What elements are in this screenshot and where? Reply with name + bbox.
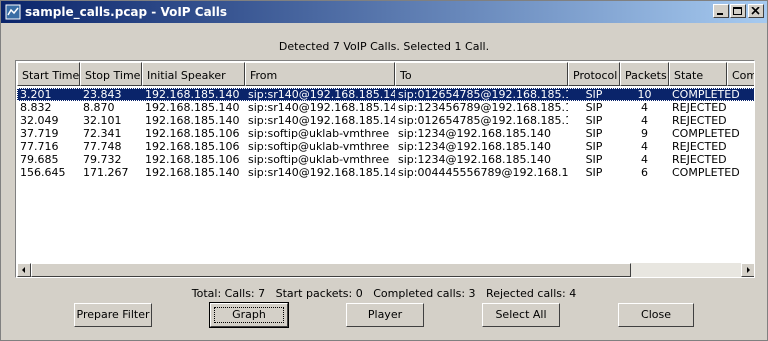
- close-button[interactable]: Close: [618, 303, 694, 327]
- cell-initial-speaker: 192.168.185.140: [145, 114, 240, 127]
- cell-to: sip:1234@192.168.185.140: [398, 140, 551, 153]
- column-header-from[interactable]: From: [245, 62, 395, 86]
- cell-protocol: SIP: [585, 114, 603, 127]
- cell-from: sip:sr140@192.168.185.140: [248, 101, 395, 114]
- cell-state: COMPLETED: [672, 127, 740, 140]
- cell-start-time: 8.832: [20, 101, 52, 114]
- title-bar[interactable]: sample_calls.pcap - VoIP Calls: [1, 1, 767, 23]
- cell-initial-speaker: 192.168.185.140: [145, 101, 240, 114]
- call-totals-status: Total: Calls: 7 Start packets: 0 Complet…: [191, 287, 577, 300]
- graph-button[interactable]: Graph: [209, 302, 289, 328]
- cell-to: sip:1234@192.168.185.140: [398, 153, 551, 166]
- column-header-initial-speaker[interactable]: Initial Speaker: [142, 62, 245, 86]
- cell-protocol: SIP: [585, 101, 603, 114]
- scroll-left-icon[interactable]: [17, 263, 31, 277]
- cell-to: sip:004445556789@192.168.185.106: [398, 166, 568, 179]
- column-header-comments[interactable]: Comments: [727, 62, 754, 86]
- cell-stop-time: 8.870: [83, 101, 115, 114]
- cell-stop-time: 79.732: [83, 153, 122, 166]
- app-icon: [5, 4, 21, 20]
- cell-stop-time: 32.101: [83, 114, 122, 127]
- cell-stop-time: 72.341: [83, 127, 122, 140]
- cell-initial-speaker: 192.168.185.106: [145, 127, 240, 140]
- table-row[interactable]: 8.832 8.870 192.168.185.140 sip:sr140@192.1…: [17, 101, 754, 114]
- cell-state: REJECTED: [672, 140, 727, 153]
- cell-start-time: 3.201: [20, 88, 52, 101]
- table-row[interactable]: 79.685 79.732 192.168.185.106 sip:softip@uk…: [17, 153, 754, 166]
- cell-state: REJECTED: [672, 101, 727, 114]
- cell-packets: 9: [641, 127, 648, 140]
- window-title: sample_calls.pcap - VoIP Calls: [25, 5, 228, 19]
- player-button[interactable]: Player: [346, 303, 424, 327]
- cell-to: sip:1234@192.168.185.140: [398, 127, 551, 140]
- cell-protocol: SIP: [585, 127, 603, 140]
- cell-protocol: SIP: [585, 166, 603, 179]
- cell-start-time: 37.719: [20, 127, 59, 140]
- cell-from: sip:sr140@192.168.185.140: [248, 114, 395, 127]
- cell-initial-speaker: 192.168.185.106: [145, 140, 240, 153]
- table-row[interactable]: 3.201 23.843 192.168.185.140 sip:sr140@192.…: [17, 88, 754, 101]
- cell-packets: 4: [641, 140, 648, 153]
- scroll-right-icon[interactable]: [741, 263, 754, 277]
- detected-calls-status: Detected 7 VoIP Calls. Selected 1 Call.: [278, 40, 490, 53]
- cell-start-time: 79.685: [20, 153, 59, 166]
- cell-start-time: 32.049: [20, 114, 59, 127]
- select-all-button[interactable]: Select All: [482, 303, 560, 327]
- cell-packets: 10: [637, 88, 652, 101]
- column-header-start-time[interactable]: Start Time -: [17, 62, 80, 86]
- cell-packets: 4: [641, 153, 648, 166]
- prepare-filter-button[interactable]: Prepare Filter: [74, 303, 152, 327]
- close-icon[interactable]: [748, 4, 764, 18]
- cell-initial-speaker: 192.168.185.106: [145, 153, 240, 166]
- cell-from: sip:softip@uklab-vmthree: [248, 127, 390, 140]
- cell-state: REJECTED: [672, 153, 727, 166]
- cell-initial-speaker: 192.168.185.140: [145, 166, 240, 179]
- table-row[interactable]: 32.049 32.101 192.168.185.140 sip:sr140@192…: [17, 114, 754, 127]
- cell-protocol: SIP: [585, 153, 603, 166]
- table-header: Start Time - Stop Time Initial Speaker F…: [17, 62, 754, 86]
- calls-table[interactable]: Start Time - Stop Time Initial Speaker F…: [15, 60, 755, 278]
- cell-to: sip:012654785@192.168.185.106: [398, 88, 568, 101]
- cell-stop-time: 23.843: [83, 88, 122, 101]
- table-row[interactable]: 37.719 72.341 192.168.185.106 sip:softip@uk…: [17, 127, 754, 140]
- column-header-packets[interactable]: Packets: [620, 62, 669, 86]
- voip-calls-window: sample_calls.pcap - VoIP Calls Detected …: [0, 0, 768, 341]
- table-row[interactable]: 156.645 171.267 192.168.185.140 sip:sr140@1…: [17, 166, 754, 179]
- column-header-protocol[interactable]: Protocol: [568, 62, 620, 86]
- cell-protocol: SIP: [585, 88, 603, 101]
- cell-initial-speaker: 192.168.185.140: [145, 88, 240, 101]
- minimize-icon[interactable]: [713, 4, 729, 18]
- column-header-stop-time[interactable]: Stop Time: [80, 62, 142, 86]
- cell-from: sip:softip@uklab-vmthree: [248, 140, 390, 153]
- column-header-to[interactable]: To: [395, 62, 568, 86]
- cell-from: sip:sr140@192.168.185.140: [248, 88, 395, 101]
- maximize-icon[interactable]: [730, 4, 746, 18]
- cell-packets: 4: [641, 101, 648, 114]
- column-header-state[interactable]: State: [669, 62, 727, 86]
- cell-start-time: 77.716: [20, 140, 59, 153]
- horizontal-scrollbar[interactable]: [17, 263, 754, 277]
- cell-to: sip:012654785@192.168.185.106: [398, 114, 568, 127]
- cell-state: REJECTED: [672, 114, 727, 127]
- table-row[interactable]: 77.716 77.748 192.168.185.106 sip:softip@uk…: [17, 140, 754, 153]
- cell-protocol: SIP: [585, 140, 603, 153]
- cell-from: sip:sr140@192.168.185.140: [248, 166, 395, 179]
- cell-state: COMPLETED: [672, 166, 740, 179]
- cell-state: COMPLETED: [672, 88, 740, 101]
- cell-stop-time: 171.267: [83, 166, 129, 179]
- cell-packets: 4: [641, 114, 648, 127]
- cell-packets: 6: [641, 166, 648, 179]
- scrollbar-thumb[interactable]: [31, 263, 631, 277]
- cell-from: sip:softip@uklab-vmthree: [248, 153, 390, 166]
- cell-to: sip:123456789@192.168.185.106: [398, 101, 568, 114]
- cell-start-time: 156.645: [20, 166, 66, 179]
- cell-stop-time: 77.748: [83, 140, 122, 153]
